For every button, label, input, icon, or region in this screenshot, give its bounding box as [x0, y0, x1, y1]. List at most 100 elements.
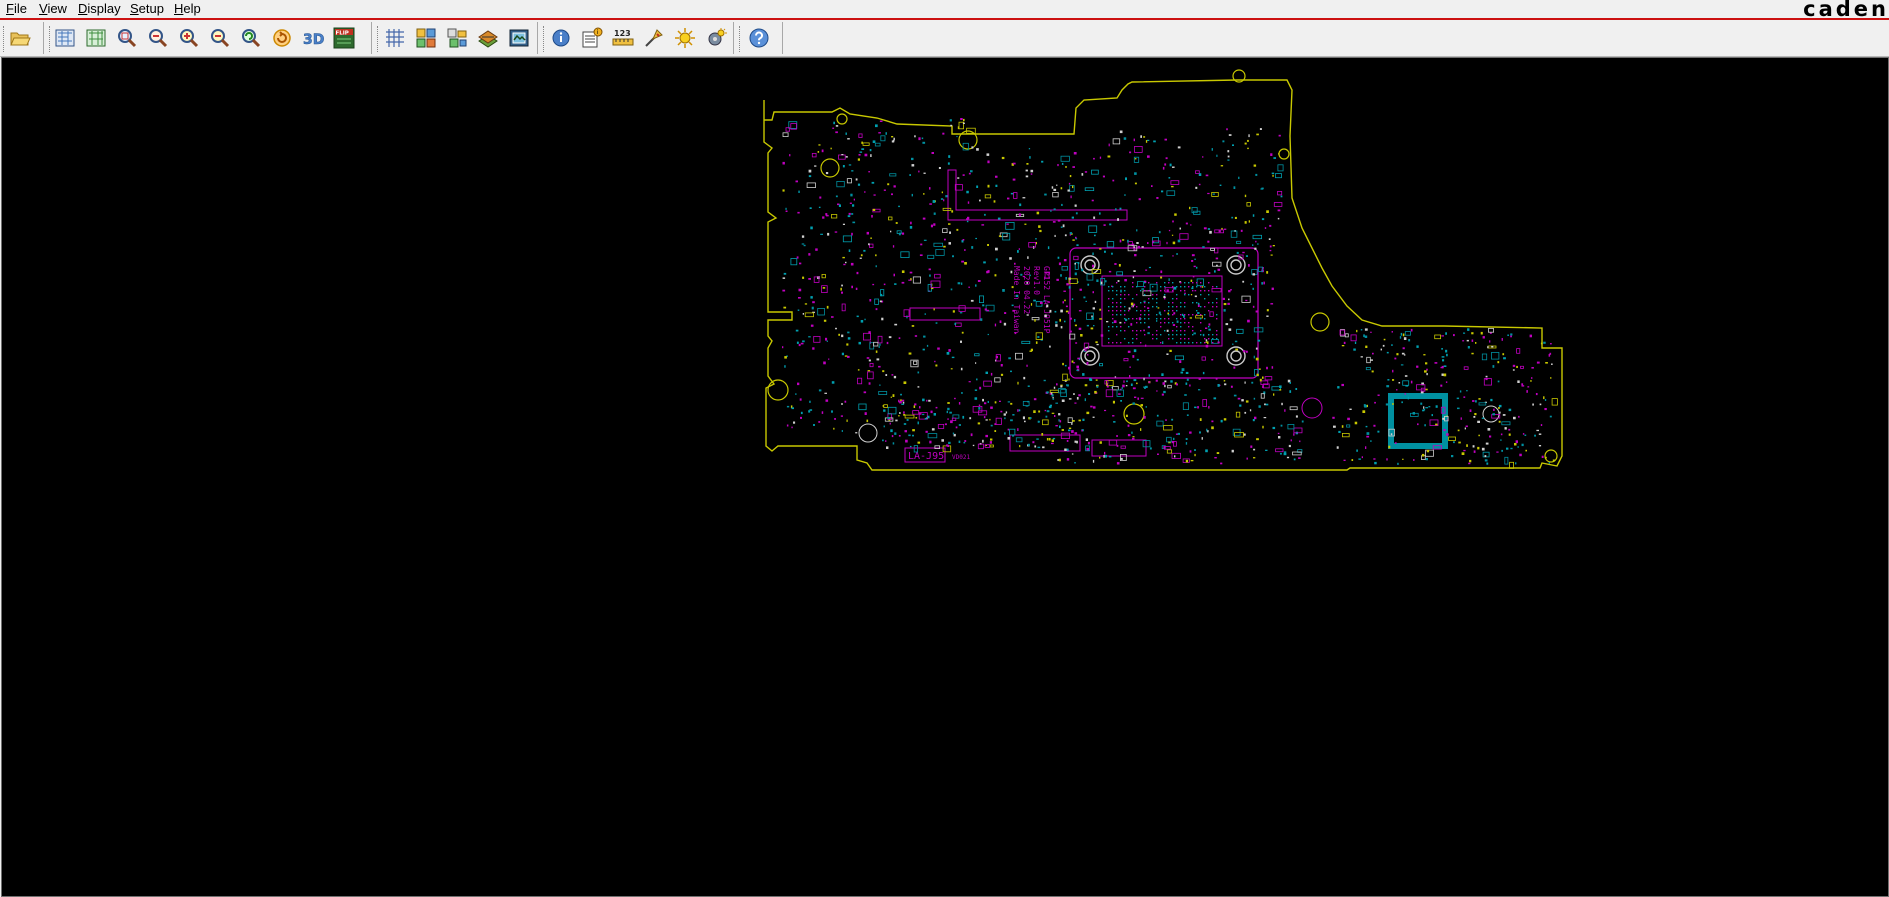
- board-top-view-icon[interactable]: [54, 27, 76, 49]
- cpu-via: [1140, 314, 1142, 316]
- board-bottom-view-icon[interactable]: [85, 27, 107, 49]
- menu-setup[interactable]: Setup: [130, 1, 164, 16]
- components-icon[interactable]: [477, 27, 499, 49]
- component-pad: [1428, 406, 1431, 408]
- component-pad: [990, 406, 993, 409]
- component-pad: [1094, 234, 1096, 237]
- board-canvas[interactable]: GP152 LA-J951P Rev1.0 2020 04.22 Made In…: [1, 57, 1889, 897]
- zoom-out-icon[interactable]: [209, 27, 231, 49]
- component-pad: [1223, 228, 1227, 230]
- grid-icon[interactable]: [384, 27, 406, 49]
- cpu-via: [1108, 290, 1110, 292]
- component-pad: [825, 213, 828, 216]
- measure-icon[interactable]: 123: [612, 27, 634, 49]
- component-pad: [828, 358, 830, 360]
- component-pad: [1240, 229, 1243, 232]
- component-pad: [954, 322, 957, 325]
- component-pad: [1486, 462, 1489, 465]
- probe-icon[interactable]: [643, 27, 665, 49]
- component-pad: [1093, 216, 1096, 219]
- component-pad: [1217, 268, 1221, 271]
- menu-file[interactable]: File: [6, 1, 27, 16]
- component-pad: [1347, 417, 1350, 421]
- component-pad: [1003, 322, 1007, 326]
- cpu-via: [1196, 310, 1198, 312]
- component-pad: [1010, 370, 1012, 373]
- component-pad: [1194, 406, 1197, 409]
- board-view-icon[interactable]: [508, 27, 530, 49]
- component-pad: [1459, 390, 1462, 393]
- component-pad: [1289, 390, 1292, 393]
- component-pad: [864, 412, 867, 415]
- component-pad: [1125, 385, 1128, 387]
- menu-view[interactable]: View: [39, 1, 67, 16]
- component-pad: [834, 231, 838, 233]
- component-pad: [1245, 400, 1249, 403]
- zoom-area-icon[interactable]: [116, 27, 138, 49]
- cpu-via: [1164, 298, 1166, 300]
- component-pad: [1132, 402, 1135, 405]
- cpu-via: [1172, 298, 1174, 300]
- open-folder-icon[interactable]: [9, 27, 31, 49]
- component-pad: [1489, 340, 1491, 343]
- highlight-color-icon[interactable]: [674, 27, 696, 49]
- toolbar-grip[interactable]: [543, 26, 547, 52]
- silk-text-line-2: Rev1.0: [1032, 266, 1041, 295]
- toolbar-grip[interactable]: [49, 26, 53, 52]
- component-pad: [1407, 396, 1409, 400]
- highlight-settings-icon[interactable]: [705, 27, 727, 49]
- menu-help[interactable]: Help: [174, 1, 201, 16]
- component-pad: [1060, 432, 1070, 440]
- component-pad: [1514, 443, 1517, 446]
- component-pad: [1033, 299, 1036, 302]
- component-pad: [1515, 440, 1518, 444]
- toolbar-grip[interactable]: [739, 26, 743, 52]
- component-pad: [1019, 203, 1022, 207]
- component-pad: [851, 285, 853, 289]
- component-pad: [1191, 287, 1194, 290]
- pcb-board[interactable]: GP152 LA-J951P Rev1.0 2020 04.22 Made In…: [2, 58, 1888, 896]
- layers-icon[interactable]: [415, 27, 437, 49]
- component-pads: [782, 118, 1558, 469]
- component-pad: [1280, 195, 1283, 198]
- toolbar-grip[interactable]: [377, 26, 381, 52]
- component-pad: [826, 340, 828, 342]
- component-pad: [1160, 276, 1163, 279]
- component-pad: [1109, 223, 1112, 226]
- component-pad: [962, 122, 965, 124]
- toolbar-grip[interactable]: [3, 26, 7, 52]
- component-pad: [883, 409, 886, 412]
- cpu-via: [1172, 302, 1174, 304]
- component-pad: [1217, 341, 1220, 344]
- component-pad: [1198, 389, 1201, 391]
- component-pad: [825, 337, 828, 341]
- component-pad: [808, 169, 812, 173]
- view-3d-icon[interactable]: 3D: [302, 27, 324, 49]
- cpu-via: [1132, 298, 1134, 300]
- component-pad: [1007, 437, 1011, 440]
- component-pad: [858, 341, 861, 345]
- cpu-via: [1164, 322, 1166, 324]
- properties-icon[interactable]: i: [581, 27, 603, 49]
- info-icon[interactable]: [550, 27, 572, 49]
- net-highlight-icon[interactable]: [446, 27, 468, 49]
- zoom-fit-icon[interactable]: [147, 27, 169, 49]
- zoom-in-icon[interactable]: [178, 27, 200, 49]
- component-pad: [1099, 248, 1102, 250]
- zoom-previous-icon[interactable]: [240, 27, 262, 49]
- help-icon[interactable]: [748, 27, 770, 49]
- component-pad: [1530, 380, 1532, 382]
- rotate-icon[interactable]: [271, 27, 293, 49]
- component-pad: [875, 124, 878, 128]
- component-pad: [1425, 388, 1428, 391]
- component-pad: [831, 316, 834, 318]
- component-pad: [1038, 421, 1040, 423]
- cpu-via: [1188, 314, 1190, 316]
- component-pad: [1404, 393, 1406, 395]
- component-pad: [1132, 355, 1135, 358]
- component-pad: [1181, 368, 1185, 371]
- flip-board-icon[interactable]: FLIP: [333, 27, 355, 49]
- cpu-via: [1152, 286, 1154, 288]
- component-pad: [994, 274, 997, 277]
- menu-display[interactable]: Display: [78, 1, 121, 16]
